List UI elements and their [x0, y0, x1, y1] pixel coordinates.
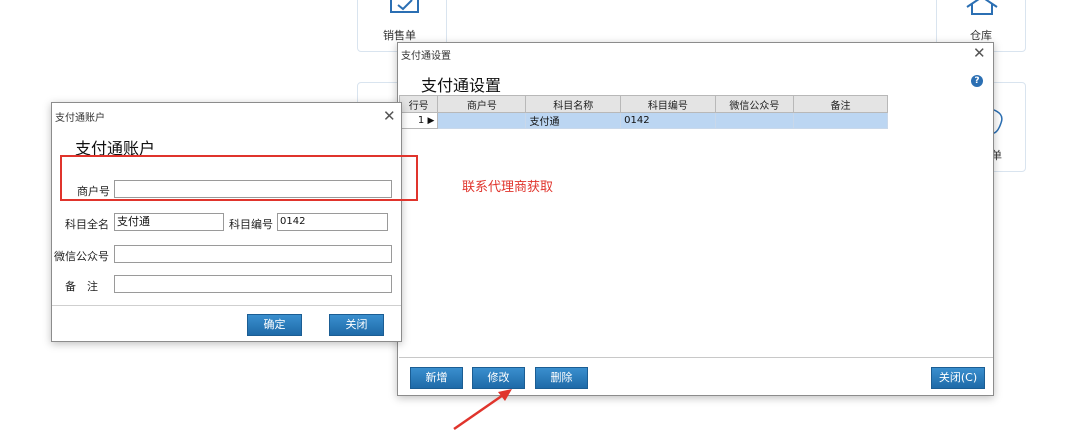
sales-order-label: 销售单 [383, 29, 416, 42]
annotation-text: 联系代理商获取 [462, 180, 554, 195]
ok-button[interactable]: 确定 [247, 314, 302, 336]
merchant-no-cell[interactable] [437, 112, 527, 129]
payment-settings-window: 支付通设置 ✕ 支付通设置 ? 行号 商户号 科目名称 科目编号 微信公众号 备… [397, 42, 994, 396]
account-name-cell[interactable]: 支付通 [525, 112, 622, 129]
delete-button[interactable]: 删除 [535, 367, 588, 389]
house-icon [966, 0, 998, 15]
column-remark[interactable]: 备注 [793, 95, 888, 113]
page-title: 支付通设置 [421, 76, 502, 95]
dialog-footer-divider [52, 305, 401, 306]
annotation-arrow [453, 389, 512, 431]
current-row-marker: ▶ [427, 116, 435, 126]
account-full-name-field[interactable]: 支付通 [114, 213, 224, 231]
account-grid[interactable]: 行号 商户号 科目名称 科目编号 微信公众号 备注 1 ▶ 支付通 0142 [398, 95, 888, 129]
dialog-close-icon[interactable]: ✕ [383, 109, 396, 124]
table-row[interactable]: 1 ▶ 支付通 0142 [398, 112, 888, 129]
account-code-cell[interactable]: 0142 [620, 112, 716, 129]
help-icon[interactable]: ? [971, 75, 983, 87]
window-title: 支付通设置 [401, 51, 451, 62]
remark-cell[interactable] [793, 112, 888, 129]
account-dialog: 支付通账户 ✕ 支付通账户 商户号 科目全名 支付通 科目编号 0142 微信公… [51, 102, 402, 342]
account-full-name-label: 科目全名 [65, 218, 109, 231]
edit-document-icon [390, 0, 419, 13]
dialog-close-button[interactable]: 关闭 [329, 314, 384, 336]
row-number-cell[interactable]: 1 ▶ [398, 112, 439, 129]
close-icon[interactable]: ✕ [973, 46, 986, 61]
column-account-name[interactable]: 科目名称 [525, 95, 622, 113]
remark-field[interactable] [114, 275, 392, 293]
remark-label: 备 注 [65, 280, 98, 293]
close-button[interactable]: 关闭(C) [931, 367, 985, 389]
column-row-no[interactable]: 行号 [398, 95, 439, 113]
wechat-cell[interactable] [714, 112, 795, 129]
account-code-label: 科目编号 [229, 218, 273, 231]
column-merchant-no[interactable]: 商户号 [437, 95, 527, 113]
highlight-box [60, 155, 418, 201]
dialog-title: 支付通账户 [55, 113, 105, 124]
column-wechat[interactable]: 微信公众号 [714, 95, 795, 113]
footer-divider [399, 357, 993, 358]
wechat-field[interactable] [114, 245, 392, 263]
column-account-code[interactable]: 科目编号 [620, 95, 716, 113]
wechat-label: 微信公众号 [54, 250, 109, 263]
row-number: 1 [417, 115, 425, 126]
account-code-field[interactable]: 0142 [277, 213, 388, 231]
warehouse-label: 仓库 [970, 29, 992, 42]
